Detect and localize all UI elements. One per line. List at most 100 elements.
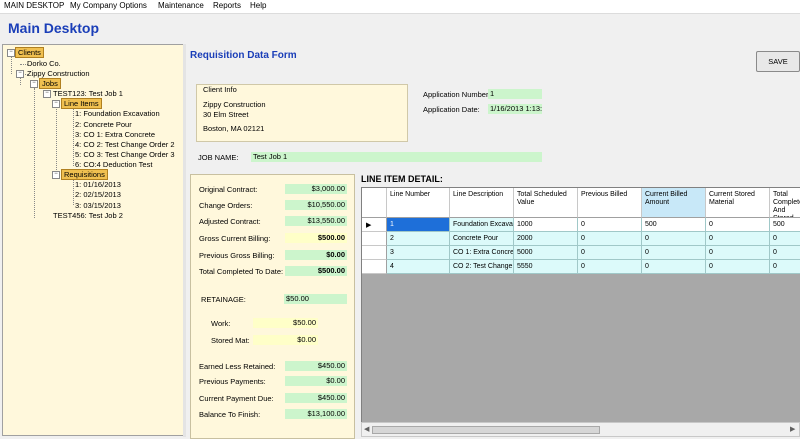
tree-node-line-items[interactable]: Line Items [61,98,102,109]
grid-cell[interactable]: 1 [387,218,450,232]
total-completed-field[interactable]: $500.00 [285,266,347,276]
previous-payments-field[interactable]: $0.00 [285,376,347,386]
collapse-icon[interactable]: − [7,49,15,57]
tree-node-req-3[interactable]: 3: 03/15/2013 [75,201,121,210]
previous-gross-label: Previous Gross Billing: [199,251,275,260]
tree-node-item-3[interactable]: 3: CO 1: Extra Concrete [75,130,155,139]
grid-cell[interactable]: 1000 [514,218,578,232]
job-name-label: JOB NAME: [198,153,239,162]
grid-cell[interactable]: 0 [642,246,706,260]
collapse-icon[interactable]: − [52,171,60,179]
menu-help[interactable]: Help [250,1,266,10]
grid-cell[interactable]: 0 [706,232,770,246]
column-header-total-scheduled[interactable]: Total Scheduled Value [514,188,578,218]
grid-cell[interactable]: CO 1: Extra Concrete [450,246,514,260]
grid-cell[interactable]: CO 2: Test Change [450,260,514,274]
tree-node-item-1[interactable]: 1: Foundation Excavation [75,109,160,118]
grid-cell[interactable]: 0 [578,232,642,246]
adjusted-contract-field[interactable]: $13,550.00 [285,216,347,226]
navigation-tree: − Clients Dorko Co. − Zippy Construction… [2,44,184,436]
client-info-label: Client Info [203,85,237,94]
current-payment-due-label: Current Payment Due: [199,394,274,403]
grid-cell[interactable]: 5550 [514,260,578,274]
grid-cell[interactable]: 0 [770,232,800,246]
grid-cell[interactable]: 0 [706,246,770,260]
grid-cell[interactable]: Foundation Excavation [450,218,514,232]
menu-maintenance[interactable]: Maintenance [158,1,204,10]
collapse-icon[interactable]: − [30,80,38,88]
collapse-icon[interactable]: − [52,100,60,108]
app-date-field[interactable]: 1/16/2013 1:13: [488,104,542,114]
menu-reports[interactable]: Reports [213,1,241,10]
tree-node-jobs[interactable]: Jobs [39,78,61,89]
grid-cell[interactable]: 2000 [514,232,578,246]
scroll-left-icon[interactable]: ◀ [364,425,369,433]
horizontal-scrollbar[interactable]: ◀ ▶ [361,422,800,437]
grid-cell[interactable]: 0 [706,260,770,274]
grid-cell[interactable]: Concrete Pour [450,232,514,246]
grid-cell[interactable]: 500 [770,218,800,232]
panel-splitter[interactable] [183,44,186,437]
balance-to-finish-label: Balance To Finish: [199,410,261,419]
column-header-line-description[interactable]: Line Description [450,188,514,218]
grid-cell[interactable]: 0 [770,260,800,274]
client-info-box: Client Info Zippy Construction 30 Elm St… [196,84,408,142]
current-payment-due-field[interactable]: $450.00 [285,393,347,403]
tree-node-req-1[interactable]: 1: 01/16/2013 [75,180,121,189]
grid-cell[interactable]: 0 [578,218,642,232]
work-label: Work: [211,319,231,328]
tree-node-zippy[interactable]: Zippy Construction [27,69,90,78]
scrollbar-thumb[interactable] [372,426,600,434]
row-header[interactable]: ▶ [362,218,387,232]
job-name-field[interactable]: Test Job 1 [251,152,542,162]
grid-cell[interactable]: 0 [642,232,706,246]
grid-cell[interactable]: 500 [642,218,706,232]
column-header-line-number[interactable]: Line Number [387,188,450,218]
grid-cell[interactable]: 0 [770,246,800,260]
menu-main-desktop[interactable]: MAIN DESKTOP [4,1,64,10]
grid-cell[interactable]: 0 [706,218,770,232]
tree-node-requisitions[interactable]: Requisitions [61,169,108,180]
retainage-field[interactable]: $50.00 [284,294,347,304]
row-header[interactable] [362,260,387,274]
earned-less-retained-field[interactable]: $450.00 [285,361,347,371]
grid-cell[interactable]: 0 [642,260,706,274]
retainage-label: RETAINAGE: [201,295,246,304]
tree-node-job1[interactable]: TEST123: Test Job 1 [53,89,123,98]
original-contract-field[interactable]: $3,000.00 [285,184,347,194]
current-row-arrow-icon: ▶ [366,222,372,229]
collapse-icon[interactable]: − [16,70,24,78]
grid-cell[interactable]: 0 [578,260,642,274]
column-header-current-stored[interactable]: Current Stored Material [706,188,770,218]
grid-cell[interactable]: 3 [387,246,450,260]
tree-node-item-5[interactable]: 5: CO 3: Test Change Order 3 [75,150,175,159]
tree-node-item-4[interactable]: 4: CO 2: Test Change Order 2 [75,140,175,149]
column-header-current-billed[interactable]: Current Billed Amount [642,188,706,218]
balance-to-finish-field[interactable]: $13,100.00 [285,409,347,419]
column-header-total-completed[interactable]: Total Completed And Stored [770,188,800,218]
menu-company-options[interactable]: My Company Options [70,1,147,10]
row-header[interactable] [362,246,387,260]
save-button[interactable]: SAVE [756,51,800,72]
grid-cell[interactable]: 5000 [514,246,578,260]
grid-cell[interactable]: 0 [578,246,642,260]
tree-node-item-6[interactable]: 6: CO:4 Deduction Test [75,160,152,169]
tree-node-job2[interactable]: TEST456: Test Job 2 [53,211,123,220]
row-header[interactable] [362,232,387,246]
app-number-field[interactable]: 1 [488,89,542,99]
work-field[interactable]: $50.00 [253,318,318,328]
previous-gross-field[interactable]: $0.00 [285,250,347,260]
collapse-icon[interactable]: − [43,90,51,98]
tree-node-dorko[interactable]: Dorko Co. [27,59,61,68]
grid-cell[interactable]: 2 [387,232,450,246]
client-city: Boston, MA 02121 [203,124,265,133]
gross-current-field[interactable]: $500.00 [285,233,347,243]
tree-node-req-2[interactable]: 2: 02/15/2013 [75,190,121,199]
stored-mat-field[interactable]: $0.00 [253,335,318,345]
column-header-previous-billed[interactable]: Previous Billed [578,188,642,218]
tree-node-item-2[interactable]: 2: Concrete Pour [75,120,132,129]
grid-cell[interactable]: 4 [387,260,450,274]
tree-node-clients[interactable]: Clients [15,47,44,58]
change-orders-field[interactable]: $10,550.00 [285,200,347,210]
scroll-right-icon[interactable]: ▶ [790,425,795,433]
